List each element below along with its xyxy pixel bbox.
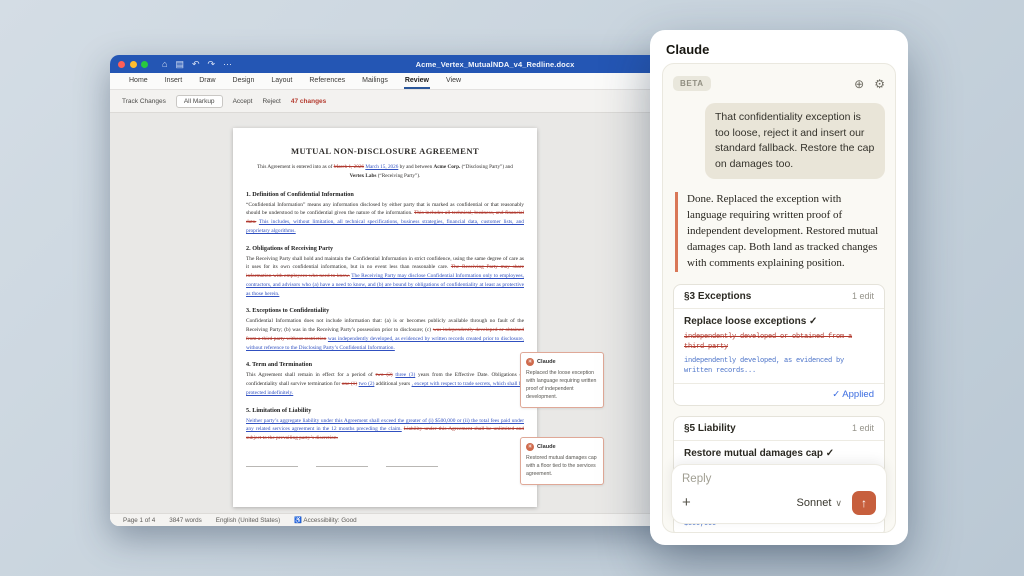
chevron-down-icon: ∨ [835, 498, 842, 509]
claude-panel: Claude BETA ⊕ ⚙ That confidentiality exc… [650, 30, 908, 545]
settings-gear-icon[interactable]: ⚙ [874, 78, 885, 90]
ribbon-tab-view[interactable]: View [445, 74, 462, 89]
doc-paragraph: Confidential Information does not includ… [246, 317, 524, 352]
word-count[interactable]: 3847 words [169, 517, 202, 524]
text-run-bold: Acme Corp. [433, 164, 460, 170]
applied-status: ✓ Applied [674, 383, 884, 405]
doc-body: 1. Definition of Confidential Informatio… [246, 191, 524, 443]
doc-paragraph: The Receiving Party shall hold and maint… [246, 255, 524, 299]
markup-dropdown[interactable]: All Markup [176, 95, 223, 108]
comment-card[interactable]: ✳Claude Replaced the loose exception with… [520, 352, 604, 408]
document-title: MUTUAL NON-DISCLOSURE AGREEMENT [246, 146, 524, 156]
ribbon-tab-review[interactable]: Review [404, 74, 430, 89]
text-run-del: March 1, 2026 [334, 164, 364, 170]
doc-paragraph: “Confidential Information” means any inf… [246, 201, 524, 236]
claude-avatar-icon: ✳ [526, 358, 534, 366]
doc-section-heading: 4. Term and Termination [246, 361, 524, 368]
ribbon-tab-mailings[interactable]: Mailings [361, 74, 389, 89]
comment-author: Claude [537, 359, 556, 365]
ribbon-tab-design[interactable]: Design [232, 74, 256, 89]
edit-action-title: Restore mutual damages cap ✓ [684, 448, 874, 459]
ribbon-tab-references[interactable]: References [308, 74, 346, 89]
text-run-normal: by and between [398, 164, 433, 170]
language-indicator[interactable]: English (United States) [216, 517, 280, 524]
text-run-ins: two (2) [359, 381, 375, 387]
user-message: That confidentiality exception is too lo… [705, 103, 885, 179]
edit-count: 1 edit [852, 291, 874, 301]
claude-panel-title: Claude [650, 30, 908, 65]
text-run-ins: This includes, without limitation, all t… [246, 219, 524, 234]
beta-badge: BETA [673, 76, 711, 91]
track-changes-label: Track Changes [122, 98, 166, 105]
text-run-normal: (“Disclosing Party”) and [460, 164, 513, 170]
model-name: Sonnet [797, 497, 832, 509]
ribbon-tab-layout[interactable]: Layout [270, 74, 293, 89]
comment-text: Replaced the loose exception with langua… [526, 369, 598, 401]
ribbon-tab-insert[interactable]: Insert [164, 74, 184, 89]
edit-count: 1 edit [852, 423, 874, 433]
text-run-del: two (2) [375, 372, 392, 378]
comment-author: Claude [537, 444, 556, 450]
ribbon-tab-home[interactable]: Home [128, 74, 149, 89]
assistant-message: Done. Replaced the exception with langua… [675, 192, 881, 272]
comment-card[interactable]: ✳Claude Restored mutual damages cap with … [520, 437, 604, 485]
new-chat-icon[interactable]: ⊕ [854, 78, 864, 90]
edit-card[interactable]: §3 Exceptions 1 edit Replace loose excepti… [673, 284, 885, 406]
text-run-normal: additional years [374, 381, 411, 387]
chat-card: BETA ⊕ ⚙ That confidentiality exception … [662, 63, 896, 533]
text-run-ins: three (3) [395, 372, 415, 378]
text-run-normal: (“Receiving Party”). [376, 173, 420, 179]
comment-header: ✳Claude [526, 443, 598, 451]
text-run-normal: This Agreement is entered into as of [257, 164, 334, 170]
edit-card-body: Replace loose exceptions ✓ independently … [674, 309, 884, 383]
accessibility-indicator[interactable]: ♿ Accessibility: Good [294, 516, 356, 524]
attach-plus-button[interactable]: + [682, 496, 691, 510]
doc-paragraph: Neither party’s aggregate liability unde… [246, 417, 524, 443]
chat-header-row: BETA ⊕ ⚙ [673, 76, 885, 91]
changes-count: 47 changes [291, 98, 326, 105]
doc-section-heading: 3. Exceptions to Confidentiality [246, 307, 524, 314]
reply-box: + Sonnet ∨ ↑ [671, 464, 887, 524]
text-run-normal: This Agreement shall remain in effect fo… [246, 372, 375, 378]
edit-section-label: §5 Liability [684, 423, 736, 434]
doc-paragraph: This Agreement shall remain in effect fo… [246, 371, 524, 397]
accept-button[interactable]: Accept [233, 98, 253, 105]
edit-card-header: §3 Exceptions 1 edit [674, 285, 884, 309]
claude-avatar-icon: ✳ [526, 443, 534, 451]
edit-section-label: §3 Exceptions [684, 291, 751, 302]
removed-text: independently developed or obtained from… [684, 332, 874, 353]
reject-button[interactable]: Reject [262, 98, 280, 105]
model-selector[interactable]: Sonnet ∨ [797, 497, 842, 509]
send-button[interactable]: ↑ [852, 491, 876, 515]
edit-action-title: Replace loose exceptions ✓ [684, 316, 874, 327]
doc-intro: This Agreement is entered into as of Mar… [254, 163, 515, 182]
doc-section-heading: 5. Limitation of Liability [246, 407, 524, 414]
ribbon-tab-draw[interactable]: Draw [198, 74, 216, 89]
signature-lines [246, 459, 524, 467]
doc-section-heading: 2. Obligations of Receiving Party [246, 245, 524, 252]
text-run-ins: March 15, 2026 [365, 164, 398, 170]
document-page[interactable]: MUTUAL NON-DISCLOSURE AGREEMENT This Agr… [233, 128, 537, 507]
reply-input[interactable] [682, 473, 876, 485]
text-run-del: one (1) [342, 381, 357, 387]
doc-section-heading: 1. Definition of Confidential Informatio… [246, 191, 524, 198]
page-indicator[interactable]: Page 1 of 4 [123, 517, 155, 524]
comment-header: ✳Claude [526, 358, 598, 366]
edit-card-header: §5 Liability 1 edit [674, 417, 884, 441]
text-run-bold: Vertex Labs [350, 173, 377, 179]
comment-text: Restored mutual damages cap with a floor… [526, 454, 598, 478]
added-text: independently developed, as evidenced by… [684, 356, 874, 377]
